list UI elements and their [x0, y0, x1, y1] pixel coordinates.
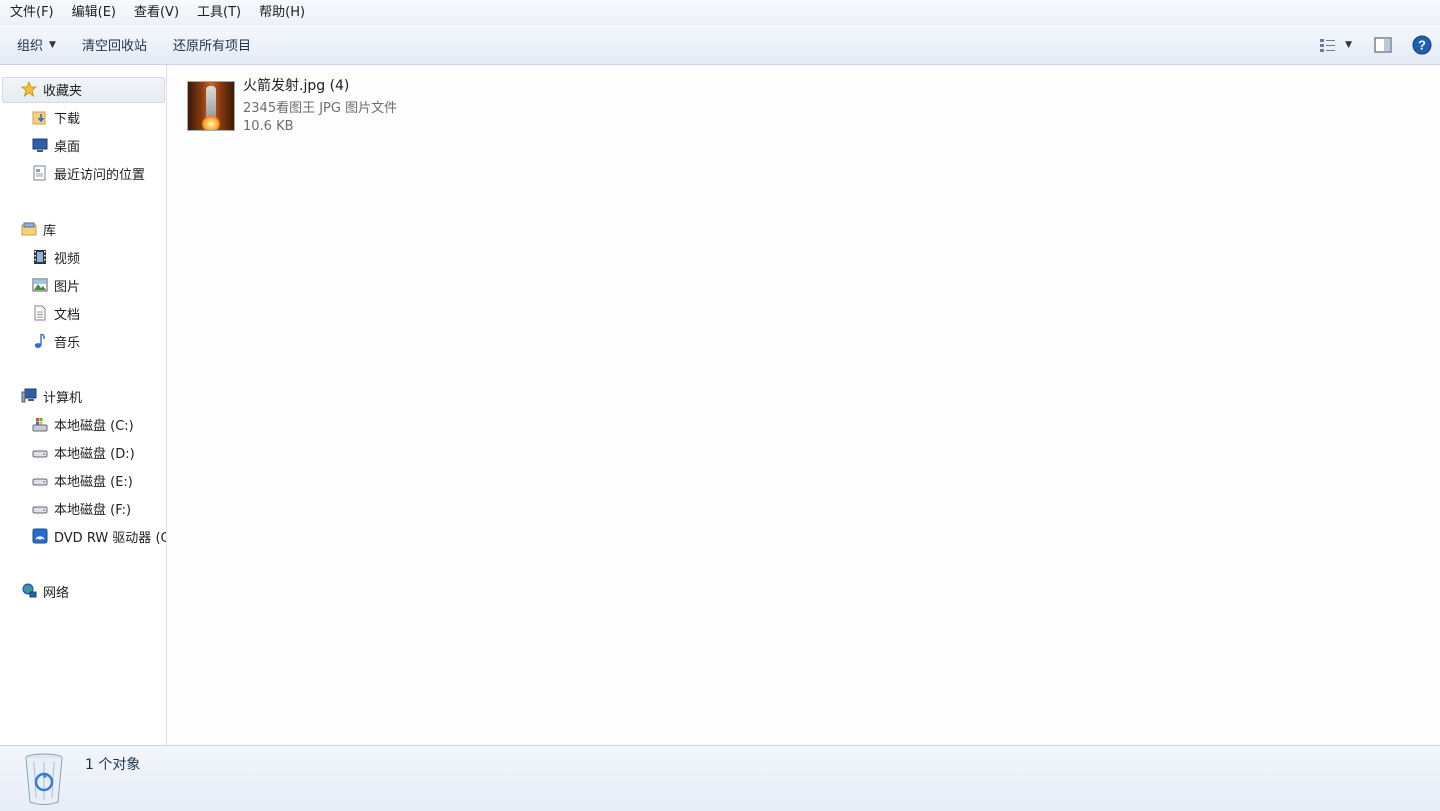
nav-drive-e[interactable]: 本地磁盘 (E:) [31, 468, 133, 492]
preview-pane-icon [1374, 36, 1392, 53]
details-view-icon [1320, 38, 1336, 52]
nav-drive-f-label: 本地磁盘 (F:) [54, 502, 132, 518]
file-type: 2345看图王 JPG 图片文件 [243, 101, 398, 116]
video-icon [31, 248, 49, 266]
nav-videos[interactable]: 视频 [31, 245, 80, 269]
menu-view[interactable]: 查看(V) [124, 0, 187, 25]
computer-icon [20, 387, 38, 405]
nav-documents[interactable]: 文档 [31, 301, 80, 325]
help-icon: ? [1412, 35, 1432, 54]
dvd-drive-icon [31, 527, 49, 545]
menu-edit[interactable]: 编辑(E) [62, 0, 124, 25]
nav-documents-label: 文档 [54, 307, 81, 323]
file-size: 10.6 KB [243, 119, 294, 134]
recent-places-icon [31, 164, 49, 182]
file-list: 火箭发射.jpg (4) 2345看图王 JPG 图片文件 10.6 KB [167, 65, 1440, 745]
menu-tools[interactable]: 工具(T) [187, 0, 249, 25]
command-bar: 组织 ▼ 清空回收站 还原所有项目 ▼ ? [0, 25, 1440, 65]
nav-videos-label: 视频 [54, 251, 81, 267]
nav-network[interactable]: 网络 [20, 579, 69, 603]
nav-downloads[interactable]: 下载 [31, 105, 80, 129]
navigation-pane: 收藏夹 下载 桌面 最近访问的位置 库 视频 图片 文档 音乐 计算机 本地磁盘… [0, 65, 167, 745]
system-drive-icon [31, 415, 49, 433]
nav-libraries[interactable]: 库 [20, 217, 56, 241]
network-icon [20, 582, 38, 600]
nav-music-label: 音乐 [54, 335, 81, 351]
svg-text:?: ? [1418, 37, 1426, 52]
empty-recycle-bin-button[interactable]: 清空回收站 [73, 32, 156, 58]
menu-help[interactable]: 帮助(H) [249, 0, 313, 25]
nav-dvd-drive[interactable]: DVD RW 驱动器 (G [31, 524, 167, 548]
preview-pane-button[interactable] [1374, 36, 1392, 53]
chevron-down-icon: ▼ [49, 39, 56, 50]
nav-network-label: 网络 [43, 585, 70, 601]
nav-recent-places-label: 最近访问的位置 [54, 167, 146, 183]
empty-recycle-bin-label: 清空回收站 [81, 39, 147, 54]
restore-all-label: 还原所有项目 [172, 39, 251, 54]
menu-bar: 文件(F) 编辑(E) 查看(V) 工具(T) 帮助(H) [0, 0, 1440, 25]
nav-favorites-label: 收藏夹 [43, 83, 83, 99]
nav-music[interactable]: 音乐 [31, 329, 80, 353]
nav-pictures-label: 图片 [54, 279, 81, 295]
hard-drive-icon [31, 443, 49, 461]
menu-file[interactable]: 文件(F) [0, 0, 62, 25]
nav-drive-d[interactable]: 本地磁盘 (D:) [31, 440, 135, 464]
chevron-down-icon: ▼ [1345, 39, 1352, 50]
file-item[interactable]: 火箭发射.jpg (4) 2345看图王 JPG 图片文件 10.6 KB [187, 75, 427, 135]
nav-dvd-drive-label: DVD RW 驱动器 (G [54, 530, 167, 546]
nav-drive-c-label: 本地磁盘 (C:) [54, 418, 134, 434]
details-pane: 1 个对象 [0, 745, 1440, 811]
music-note-icon [31, 332, 49, 350]
file-name: 火箭发射.jpg (4) [243, 78, 350, 94]
nav-drive-c[interactable]: 本地磁盘 (C:) [31, 412, 134, 436]
recycle-bin-icon [25, 753, 63, 805]
star-icon [20, 80, 38, 98]
nav-desktop-label: 桌面 [54, 139, 81, 155]
nav-favorites[interactable]: 收藏夹 [20, 77, 82, 101]
nav-drive-d-label: 本地磁盘 (D:) [54, 446, 135, 462]
hard-drive-icon [31, 471, 49, 489]
file-thumbnail [187, 81, 235, 131]
libraries-icon [20, 220, 38, 238]
nav-desktop[interactable]: 桌面 [31, 133, 80, 157]
downloads-folder-icon [31, 108, 49, 126]
organize-button[interactable]: 组织 ▼ [8, 32, 65, 58]
nav-libraries-label: 库 [43, 223, 57, 239]
nav-drive-f[interactable]: 本地磁盘 (F:) [31, 496, 131, 520]
view-options-button[interactable]: ▼ [1319, 37, 1352, 53]
nav-pictures[interactable]: 图片 [31, 273, 80, 297]
item-count: 1 个对象 [85, 757, 141, 773]
nav-computer-label: 计算机 [43, 390, 83, 406]
restore-all-button[interactable]: 还原所有项目 [164, 32, 260, 58]
hard-drive-icon [31, 499, 49, 517]
nav-computer[interactable]: 计算机 [20, 384, 82, 408]
desktop-icon [31, 136, 49, 154]
organize-label: 组织 [17, 39, 44, 54]
pictures-icon [31, 276, 49, 294]
nav-drive-e-label: 本地磁盘 (E:) [54, 474, 133, 490]
nav-recent-places[interactable]: 最近访问的位置 [31, 161, 145, 185]
help-button[interactable]: ? [1412, 35, 1432, 55]
nav-downloads-label: 下载 [54, 111, 81, 127]
documents-icon [31, 304, 49, 322]
